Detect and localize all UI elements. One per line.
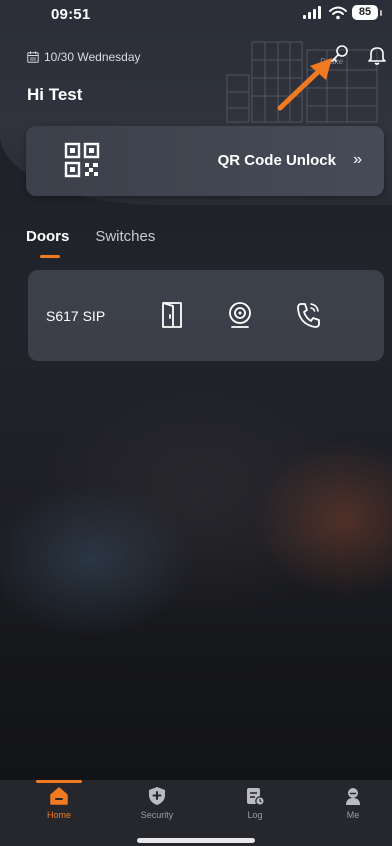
door-name: S617 SIP (46, 308, 106, 324)
tab-doors[interactable]: Doors (26, 228, 70, 258)
annotation-arrow (277, 58, 332, 111)
tab-active-underline (40, 255, 60, 258)
double-chevron-right-icon: » (353, 151, 362, 168)
nav-security-label: Security (140, 810, 174, 820)
phone-call-icon[interactable] (294, 300, 322, 330)
tab-switches-label: Switches (95, 228, 156, 245)
tab-doors-label: Doors (26, 228, 70, 245)
shield-plus-icon (149, 787, 165, 805)
camera-icon[interactable] (226, 300, 254, 330)
battery-tip (380, 9, 382, 16)
nav-security[interactable]: Security (122, 786, 192, 820)
door-unlock-icon[interactable] (158, 300, 186, 330)
qr-code-icon (64, 142, 100, 178)
qr-code-unlock-label: QR Code Unlock (217, 152, 336, 169)
date-row: 10/30 Wednesday (27, 50, 141, 64)
app-screen: Dnake 09:51 85 (0, 0, 392, 846)
nav-me[interactable]: Me (318, 786, 388, 820)
log-icon (247, 788, 265, 806)
user-icon (346, 788, 360, 805)
nav-log[interactable]: Log (220, 786, 290, 820)
wifi-icon (329, 6, 347, 19)
home-indicator (137, 838, 255, 843)
greeting: Hi Test (27, 85, 83, 104)
nav-me-label: Me (346, 810, 360, 820)
door-card: S617 SIP (28, 270, 384, 361)
status-icons: 85 (302, 5, 382, 20)
tab-switches[interactable]: Switches (95, 228, 155, 245)
nav-home-label: Home (46, 810, 71, 820)
signal-icon (303, 5, 321, 19)
home-icon (50, 787, 68, 805)
door-tabs: Doors Switches (26, 228, 155, 258)
status-bar: 09:51 85 (0, 0, 392, 30)
nav-home[interactable]: Home (24, 786, 94, 820)
nav-log-label: Log (247, 810, 263, 820)
bottom-nav-active-indicator (36, 780, 82, 783)
date-label: 10/30 Wednesday (44, 50, 141, 64)
qr-code-unlock-button[interactable]: QR Code Unlock » (26, 126, 384, 196)
bell-icon[interactable] (366, 44, 388, 66)
status-time: 09:51 (51, 6, 91, 23)
battery-indicator: 85 (352, 5, 378, 20)
bottom-nav: Home Security Log Me (0, 780, 392, 846)
calendar-icon (27, 51, 39, 63)
